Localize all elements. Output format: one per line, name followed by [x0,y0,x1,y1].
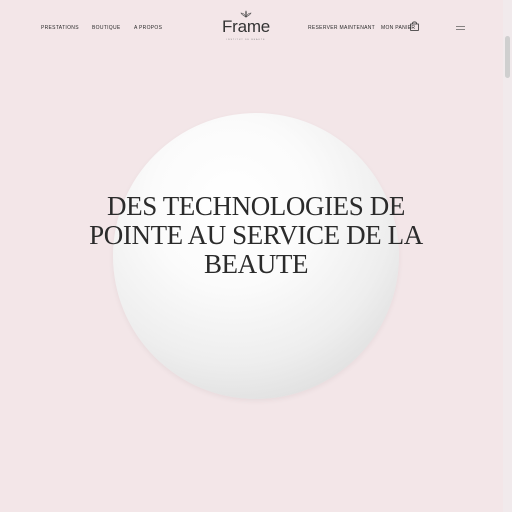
logo-wordmark: Frame [221,17,271,36]
scrollbar-thumb[interactable] [505,36,510,78]
nav-link-boutique[interactable]: BOUTIQUE [92,25,121,31]
hamburger-menu-icon[interactable] [456,25,465,31]
nav-link-a-propos[interactable]: A PROPOS [134,25,162,31]
page-scrollbar[interactable] [503,0,512,512]
shopping-bag-icon[interactable] [410,21,419,31]
hero-heading: DES TECHNOLOGIES DE POINTE AU SERVICE DE… [89,191,423,279]
book-now-link[interactable]: RESERVER MAINTENANT [308,25,375,31]
brand-logo[interactable]: Frame INSTITUT DE BEAUTE [214,10,278,41]
logo-subtitle: INSTITUT DE BEAUTE [226,39,266,41]
top-navigation: PRESTATIONS BOUTIQUE A PROPOS Frame INST… [0,0,503,56]
nav-link-prestations[interactable]: PRESTATIONS [41,25,79,31]
